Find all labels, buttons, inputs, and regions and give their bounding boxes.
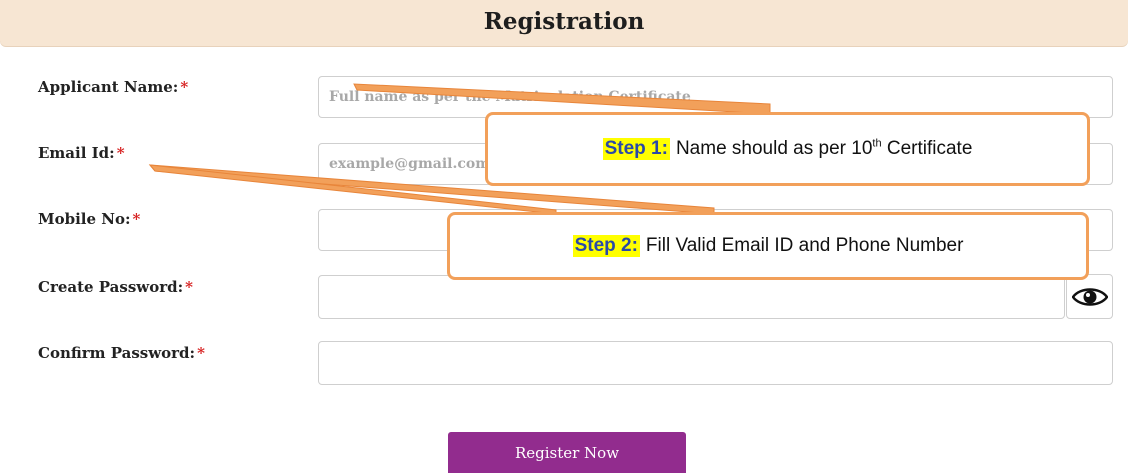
email-label: Email Id: * bbox=[38, 144, 125, 162]
eye-icon bbox=[1071, 287, 1108, 306]
step1-text: Name should as per 10th Certificate bbox=[675, 137, 973, 159]
step2-text: Fill Valid Email ID and Phone Number bbox=[645, 235, 964, 256]
register-now-button[interactable]: Register Now bbox=[448, 432, 686, 473]
required-marker: * bbox=[197, 344, 205, 362]
required-marker: * bbox=[116, 144, 125, 162]
header-bar: Registration bbox=[0, 0, 1128, 46]
confirm-password-label: Confirm Password: * bbox=[38, 344, 205, 362]
show-password-toggle[interactable] bbox=[1066, 274, 1113, 319]
required-marker: * bbox=[132, 210, 141, 228]
step2-label: Step 2: bbox=[572, 235, 640, 257]
mobile-label: Mobile No: * bbox=[38, 210, 141, 228]
step1-label: Step 1: bbox=[602, 138, 670, 160]
required-marker: * bbox=[185, 278, 193, 296]
page-title: Registration bbox=[483, 8, 645, 35]
required-marker: * bbox=[180, 78, 189, 96]
step2-callout: Step 2: Fill Valid Email ID and Phone Nu… bbox=[447, 212, 1089, 280]
create-password-label: Create Password: * bbox=[38, 278, 193, 296]
create-password-input[interactable] bbox=[318, 275, 1065, 319]
applicant-name-label: Applicant Name: * bbox=[38, 78, 189, 96]
confirm-password-input[interactable] bbox=[318, 341, 1113, 385]
step1-callout: Step 1: Name should as per 10th Certific… bbox=[485, 112, 1090, 186]
